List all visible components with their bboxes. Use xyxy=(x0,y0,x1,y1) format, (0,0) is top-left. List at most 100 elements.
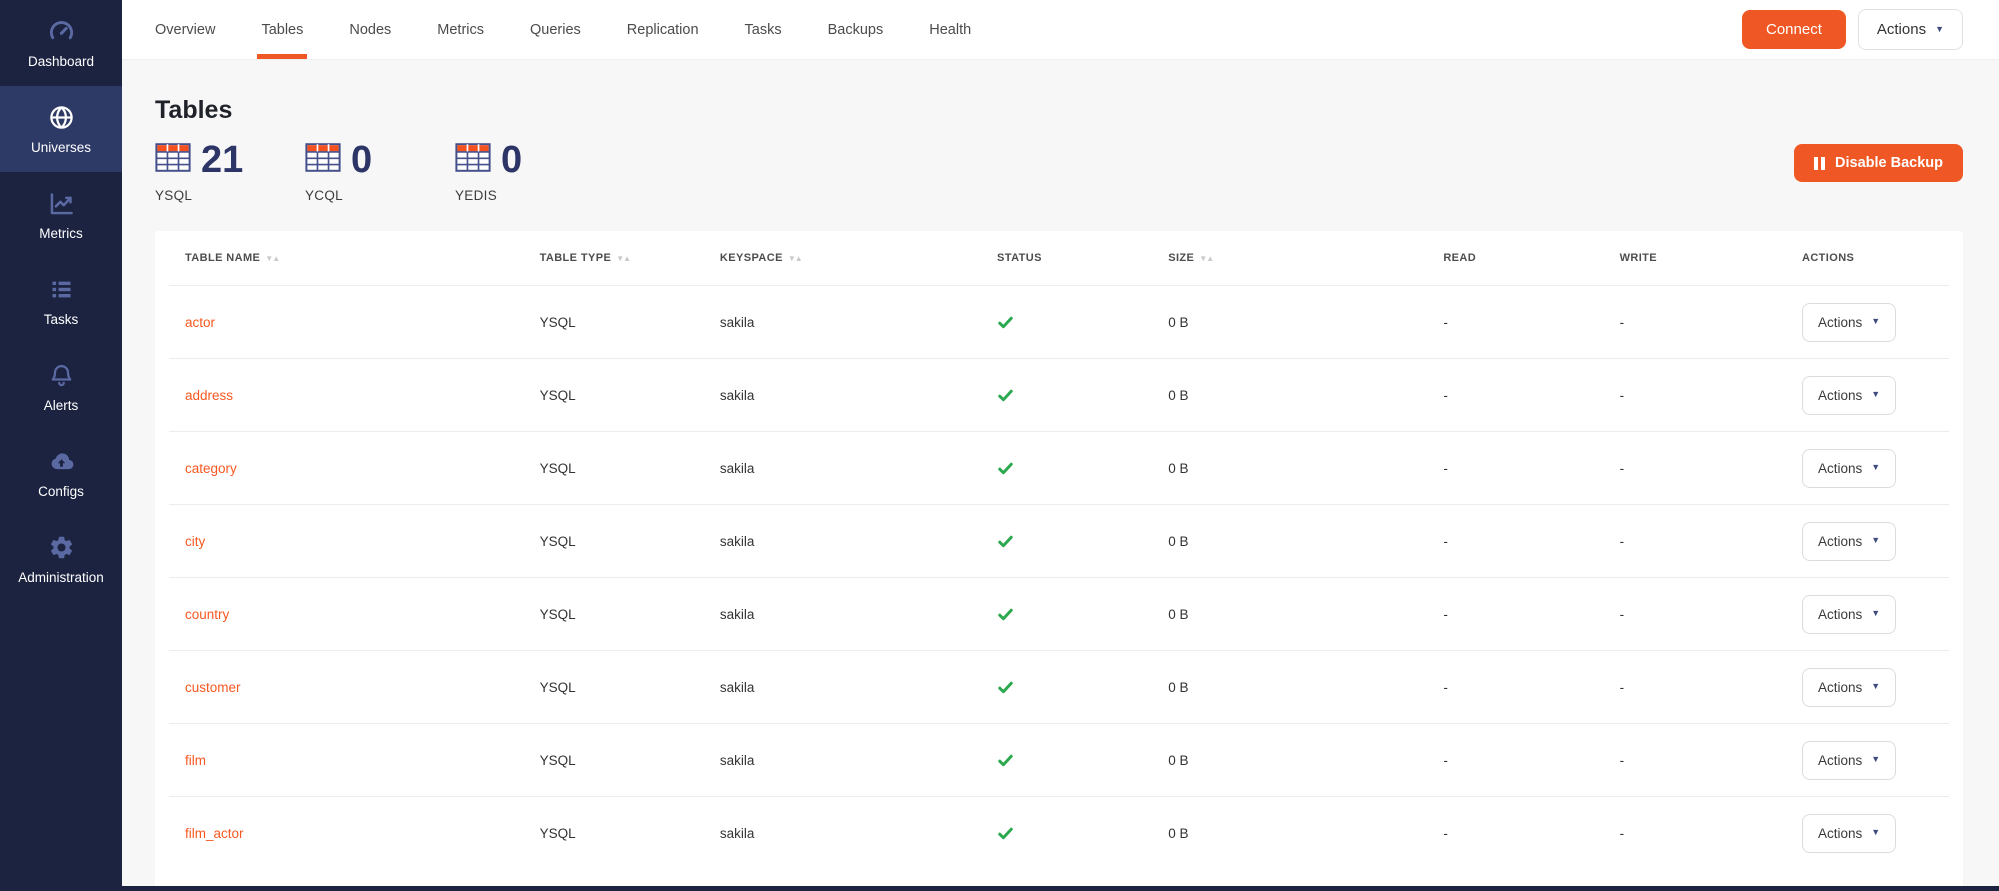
tab-replication[interactable]: Replication xyxy=(604,0,722,59)
table-name-link[interactable]: actor xyxy=(185,315,215,330)
column-header-actions[interactable]: ACTIONS xyxy=(1786,252,1949,264)
check-icon xyxy=(997,387,1152,404)
row-actions-button[interactable]: Actions ▼ xyxy=(1802,595,1896,634)
row-actions-button[interactable]: Actions ▼ xyxy=(1802,522,1896,561)
sidebar-item-metrics[interactable]: Metrics xyxy=(0,172,122,258)
actions-dropdown-button[interactable]: Actions ▼ xyxy=(1858,9,1963,50)
size-cell: 0 B xyxy=(1152,388,1427,403)
tab-tables[interactable]: Tables xyxy=(238,0,326,59)
read-cell: - xyxy=(1427,680,1603,695)
sidebar-item-configs[interactable]: Configs xyxy=(0,430,122,516)
table-name-link[interactable]: country xyxy=(185,607,229,622)
table-name-link[interactable]: category xyxy=(185,461,237,476)
table-type-cell: YSQL xyxy=(524,315,704,330)
column-header-label: ACTIONS xyxy=(1802,252,1854,264)
column-header-label: TABLE TYPE xyxy=(540,252,612,264)
row-actions-label: Actions xyxy=(1818,753,1862,768)
chevron-down-icon: ▼ xyxy=(1935,24,1944,34)
configs-icon xyxy=(48,448,75,475)
sidebar-item-label: Metrics xyxy=(39,226,83,241)
row-actions-label: Actions xyxy=(1818,534,1862,549)
row-actions-button[interactable]: Actions ▼ xyxy=(1802,449,1896,488)
row-actions-label: Actions xyxy=(1818,826,1862,841)
column-header-size[interactable]: SIZE ▼▲ xyxy=(1152,252,1427,264)
universes-icon xyxy=(48,104,75,131)
tab-health[interactable]: Health xyxy=(906,0,994,59)
table-row-city: city YSQL sakila 0 B - - Actions ▼ xyxy=(169,504,1949,577)
write-cell: - xyxy=(1604,534,1786,549)
sidebar-item-label: Configs xyxy=(38,484,84,499)
column-header-table-type[interactable]: TABLE TYPE ▼▲ xyxy=(524,252,704,264)
sidebar-item-dashboard[interactable]: Dashboard xyxy=(0,0,122,86)
sidebar-item-administration[interactable]: Administration xyxy=(0,516,122,602)
table-name-link[interactable]: film xyxy=(185,753,206,768)
table-count-label: YCQL xyxy=(305,188,455,203)
table-name-link[interactable]: city xyxy=(185,534,205,549)
table-row-film: film YSQL sakila 0 B - - Actions ▼ xyxy=(169,723,1949,796)
sidebar-item-label: Universes xyxy=(31,140,91,155)
sort-icon[interactable]: ▼▲ xyxy=(788,254,802,263)
table-name-link[interactable]: film_actor xyxy=(185,826,244,841)
tab-overview[interactable]: Overview xyxy=(132,0,238,59)
row-actions-button[interactable]: Actions ▼ xyxy=(1802,303,1896,342)
column-header-label: STATUS xyxy=(997,252,1042,264)
check-icon xyxy=(997,606,1152,623)
row-actions-label: Actions xyxy=(1818,315,1862,330)
tab-backups[interactable]: Backups xyxy=(805,0,907,59)
check-icon xyxy=(997,533,1152,550)
pause-icon xyxy=(1814,157,1825,170)
tab-tasks[interactable]: Tasks xyxy=(722,0,805,59)
table-row-film-actor: film_actor YSQL sakila 0 B - - Actions ▼ xyxy=(169,796,1949,869)
row-actions-label: Actions xyxy=(1818,388,1862,403)
column-header-table-name[interactable]: TABLE NAME▼▲ xyxy=(169,252,524,264)
sidebar-item-tasks[interactable]: Tasks xyxy=(0,258,122,344)
row-actions-button[interactable]: Actions ▼ xyxy=(1802,741,1896,780)
sidebar-item-universes[interactable]: Universes xyxy=(0,86,122,172)
keyspace-cell: sakila xyxy=(704,753,981,768)
column-header-label: KEYSPACE xyxy=(720,252,783,264)
connect-button[interactable]: Connect xyxy=(1742,10,1846,49)
read-cell: - xyxy=(1427,388,1603,403)
tab-nodes[interactable]: Nodes xyxy=(326,0,414,59)
tables-content: Tables 21 YSQL 0 YCQL xyxy=(122,60,1999,891)
write-cell: - xyxy=(1604,315,1786,330)
column-header-read[interactable]: READ xyxy=(1427,252,1603,264)
row-actions-label: Actions xyxy=(1818,607,1862,622)
sidebar-item-label: Dashboard xyxy=(28,54,94,69)
read-cell: - xyxy=(1427,826,1603,841)
table-count-value: 0 xyxy=(501,141,522,179)
table-type-cell: YSQL xyxy=(524,753,704,768)
sort-icon[interactable]: ▼▲ xyxy=(616,254,630,263)
viewport-bottom-edge xyxy=(0,886,1999,891)
column-header-label: SIZE xyxy=(1168,252,1194,264)
sidebar-item-alerts[interactable]: Alerts xyxy=(0,344,122,430)
check-icon xyxy=(997,825,1152,842)
column-header-status[interactable]: STATUS xyxy=(981,252,1152,264)
table-count-stat-yedis: 0 YEDIS xyxy=(455,141,605,203)
table-name-link[interactable]: customer xyxy=(185,680,241,695)
page-title: Tables xyxy=(155,96,1963,125)
write-cell: - xyxy=(1604,607,1786,622)
row-actions-button[interactable]: Actions ▼ xyxy=(1802,668,1896,707)
table-name-link[interactable]: address xyxy=(185,388,233,403)
row-actions-button[interactable]: Actions ▼ xyxy=(1802,814,1896,853)
tab-metrics[interactable]: Metrics xyxy=(414,0,507,59)
keyspace-cell: sakila xyxy=(704,461,981,476)
table-type-cell: YSQL xyxy=(524,461,704,476)
sort-icon[interactable]: ▼▲ xyxy=(265,254,279,263)
row-actions-button[interactable]: Actions ▼ xyxy=(1802,376,1896,415)
column-header-keyspace[interactable]: KEYSPACE ▼▲ xyxy=(704,252,981,264)
sidebar-item-label: Tasks xyxy=(44,312,79,327)
table-count-stats: 21 YSQL 0 YCQL 0 YEDIS xyxy=(155,141,1963,203)
dashboard-icon xyxy=(48,18,75,45)
check-icon xyxy=(997,314,1152,331)
write-cell: - xyxy=(1604,461,1786,476)
read-cell: - xyxy=(1427,315,1603,330)
table-type-cell: YSQL xyxy=(524,607,704,622)
column-header-write[interactable]: WRITE xyxy=(1604,252,1786,264)
table-count-label: YEDIS xyxy=(455,188,605,203)
yugabyte-platform-app: Dashboard Universes Metrics Tasks Alerts… xyxy=(0,0,1999,891)
disable-backup-button[interactable]: Disable Backup xyxy=(1794,144,1963,182)
sort-icon[interactable]: ▼▲ xyxy=(1199,254,1213,263)
tab-queries[interactable]: Queries xyxy=(507,0,604,59)
